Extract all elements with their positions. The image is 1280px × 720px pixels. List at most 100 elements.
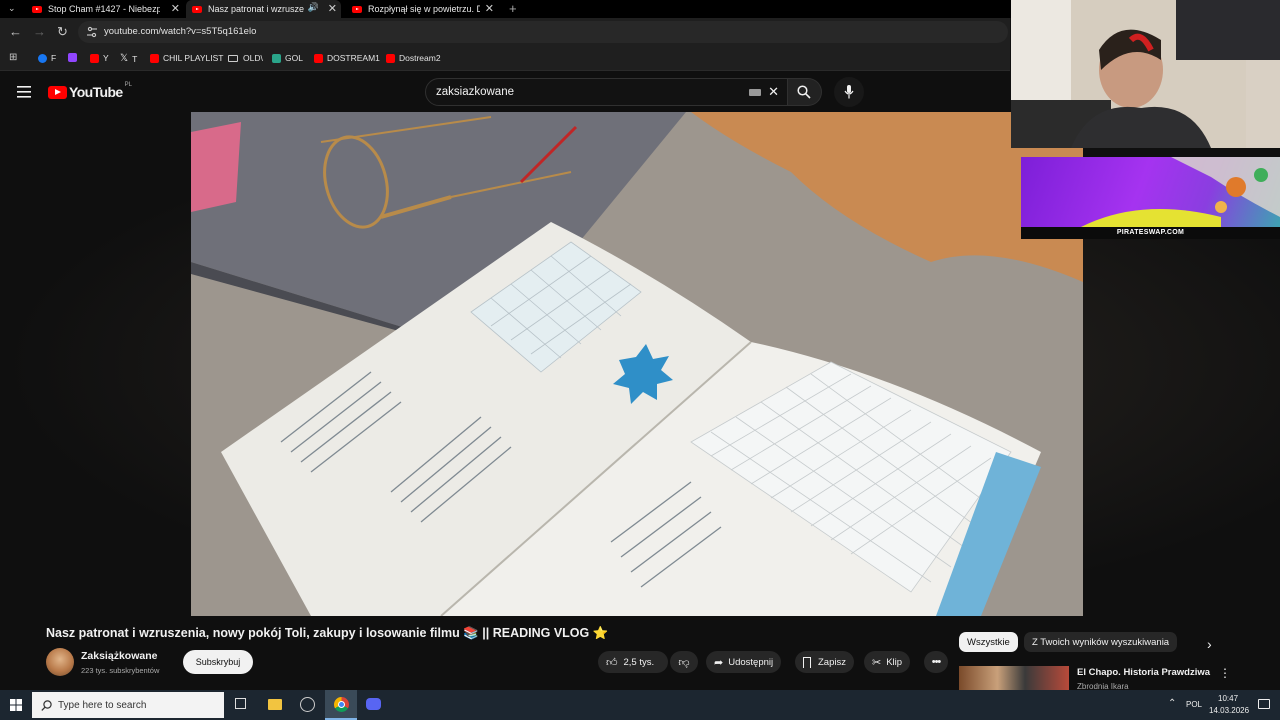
youtube-favicon-icon: [32, 5, 42, 13]
tab-title: Nasz patronat i wzruszenia, n: [208, 4, 304, 14]
save-label: Zapisz: [818, 656, 846, 668]
tab-title: Stop Cham #1427 - Niebezpiecz: [48, 4, 160, 14]
thumbs-down-icon: 👎︎: [678, 656, 690, 669]
app-icon[interactable]: [300, 697, 315, 712]
ad-art-image: [1081, 157, 1280, 227]
twitch-icon: [68, 53, 77, 62]
clock-time[interactable]: 10:47: [1218, 694, 1238, 703]
suggested-video-title[interactable]: El Chapo. Historia Prawdziwa: [1077, 667, 1210, 678]
close-tab-icon[interactable]: ✕: [171, 2, 180, 15]
tab-title: Rozpłynął się w powietrzu. Dow: [368, 4, 480, 14]
clip-button[interactable]: ✂ Klip: [864, 651, 911, 673]
back-arrow-icon[interactable]: ←: [9, 24, 22, 39]
windows-start-icon[interactable]: [10, 699, 22, 711]
youtube-icon: [386, 53, 395, 63]
forward-arrow-icon[interactable]: →: [33, 24, 46, 39]
folder-icon: [228, 54, 238, 62]
bookmark-label: Y: [103, 53, 109, 63]
thumbs-up-icon: 👍︎: [606, 656, 618, 669]
bookmark-old[interactable]: OLD\: [228, 53, 263, 63]
youtube-logo[interactable]: YouTube PL: [48, 82, 132, 100]
browser-tab[interactable]: Stop Cham #1427 - Niebezpiecz ✕: [26, 0, 184, 18]
bookmark-dostream2[interactable]: Dostream2: [386, 53, 441, 63]
chip-from-search[interactable]: Z Twoich wyników wyszukiwania: [1024, 632, 1178, 652]
voice-search-button[interactable]: [834, 77, 864, 107]
chrome-taskbar-button[interactable]: [325, 690, 357, 720]
chip-label: Z Twoich wyników wyszukiwania: [1032, 636, 1170, 648]
chip-label: Wszystkie: [967, 636, 1010, 648]
video-title: Nasz patronat i wzruszenia, nowy pokój T…: [46, 626, 609, 640]
webcam-image: [1011, 0, 1280, 148]
bookmark-label: CHIL PLAYLIST: [163, 53, 224, 63]
youtube-icon: [314, 53, 323, 63]
search-magnifier-icon: [797, 85, 811, 99]
channel-avatar[interactable]: [46, 648, 74, 676]
suggested-video-thumbnail[interactable]: [959, 666, 1069, 692]
x-icon: 𝕏: [120, 53, 129, 64]
more-actions-button[interactable]: •••: [924, 651, 948, 673]
youtube-logo-text: YouTube: [69, 84, 123, 100]
close-tab-icon[interactable]: ✕: [328, 2, 337, 15]
language-indicator[interactable]: POL: [1186, 700, 1202, 709]
discord-icon[interactable]: [366, 698, 381, 710]
like-count: 2,5 tys.: [623, 656, 655, 668]
clear-search-x-icon[interactable]: ✕: [768, 84, 779, 100]
notification-icon[interactable]: [1258, 699, 1270, 709]
new-tab-plus-icon[interactable]: +: [509, 1, 517, 16]
close-tab-icon[interactable]: ✕: [485, 2, 494, 15]
streamer-webcam-overlay: [1011, 0, 1280, 148]
region-code: PL: [124, 82, 132, 88]
sponsor-ad-overlay: PIRATESWAP.COM: [1021, 157, 1280, 239]
dislike-button[interactable]: 👎︎: [670, 651, 698, 673]
taskbar-search-box[interactable]: Type here to search: [32, 692, 224, 718]
tray-chevron-icon[interactable]: ⌃: [1168, 698, 1176, 709]
share-button[interactable]: ➦ Udostępnij: [706, 651, 782, 673]
address-bar[interactable]: youtube.com/watch?v=s5T5q161elo: [78, 21, 1008, 43]
channel-name[interactable]: Zaksiążkowane: [81, 650, 157, 662]
search-button[interactable]: [788, 78, 822, 106]
bookmark-gol[interactable]: GOL: [272, 53, 303, 63]
bookmark-label: T: [132, 53, 138, 64]
windows-taskbar: Type here to search ⌃ POL 10:47 14.03.20…: [0, 690, 1280, 720]
save-button[interactable]: Zapisz: [795, 651, 854, 673]
chip-all[interactable]: Wszystkie: [959, 632, 1018, 652]
bookmark-twitch[interactable]: [68, 53, 81, 62]
youtube-icon: [150, 53, 159, 63]
bookmark-dostream1[interactable]: DOSTREAM1: [314, 53, 380, 63]
clock-date[interactable]: 14.03.2026: [1209, 706, 1249, 715]
clip-label: Klip: [886, 656, 903, 668]
subscribe-label: Subskrybuj: [195, 657, 241, 667]
tab-list-chevron-icon[interactable]: ⌄: [8, 3, 16, 14]
url-text: youtube.com/watch?v=s5T5q161elo: [104, 26, 257, 37]
site-info-icon[interactable]: [86, 26, 98, 38]
taskbar-search-icon: [41, 700, 52, 711]
reload-icon[interactable]: ↻: [57, 24, 68, 40]
browser-tab[interactable]: Rozpłynął się w powietrzu. Dow ✕: [346, 0, 498, 18]
browser-tab-active[interactable]: Nasz patronat i wzruszenia, n 🔊 ✕: [186, 0, 341, 18]
share-arrow-icon: ➦: [714, 656, 724, 669]
facebook-icon: [38, 53, 47, 63]
keyboard-icon[interactable]: [749, 89, 761, 96]
apps-grid-icon[interactable]: ⊞: [9, 52, 17, 63]
subscribe-button[interactable]: Subskrybuj: [183, 650, 253, 674]
bookmark-label: Dostream2: [399, 53, 441, 63]
like-button[interactable]: 👍︎ 2,5 tys.: [598, 651, 668, 673]
bookmark-label: DOSTREAM1: [327, 53, 380, 63]
speaker-icon[interactable]: 🔊: [308, 2, 319, 13]
file-explorer-icon[interactable]: [268, 699, 282, 710]
task-view-icon[interactable]: [235, 698, 246, 709]
search-box[interactable]: zaksiazkowane ✕: [425, 78, 788, 106]
menu-hamburger-icon[interactable]: [17, 86, 31, 98]
bookmark-f[interactable]: F: [38, 53, 56, 63]
video-frame-image: [191, 112, 1083, 616]
bookmark-t[interactable]: 𝕏 T: [120, 53, 137, 64]
share-label: Udostępnij: [728, 656, 774, 668]
bookmark-chil-playlist[interactable]: CHIL PLAYLIST: [150, 53, 223, 63]
more-dots-icon: •••: [931, 656, 942, 668]
video-player[interactable]: [191, 112, 1083, 616]
search-input[interactable]: zaksiazkowane: [436, 86, 514, 98]
suggested-more-dots-icon[interactable]: ⋮: [1219, 666, 1231, 680]
bookmark-y[interactable]: Y: [90, 53, 109, 63]
chips-next-chevron-icon[interactable]: ›: [1207, 636, 1212, 652]
youtube-play-logo-icon: [48, 85, 67, 99]
